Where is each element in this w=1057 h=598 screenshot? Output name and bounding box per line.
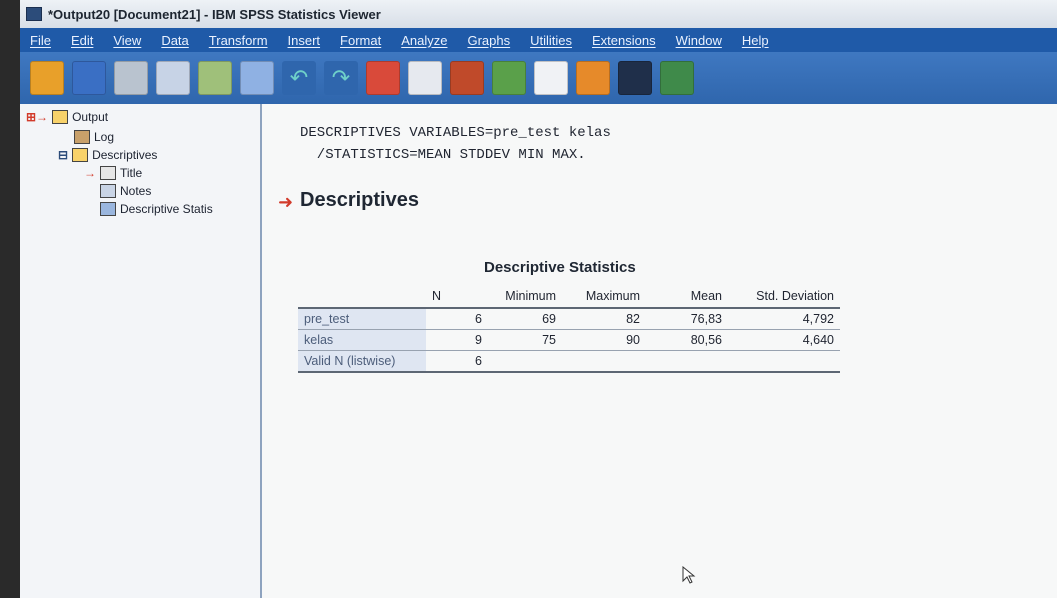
menu-utilities[interactable]: Utilities (520, 33, 582, 48)
designate-window-icon[interactable] (534, 61, 568, 95)
toggle-icon[interactable] (660, 61, 694, 95)
cell-max: 82 (562, 308, 646, 330)
menu-graphs[interactable]: Graphs (457, 33, 520, 48)
menu-window[interactable]: Window (666, 33, 732, 48)
table-icon (100, 202, 116, 216)
log-icon (74, 130, 90, 144)
tree-title[interactable]: → Title (84, 166, 142, 180)
menu-bar: File Edit View Data Transform Insert For… (20, 28, 1057, 52)
row-label: Valid N (listwise) (298, 350, 426, 373)
syntax-block: DESCRIPTIVES VARIABLES=pre_test kelas /S… (300, 122, 611, 166)
variables-icon[interactable] (492, 61, 526, 95)
row-label: pre_test (298, 308, 426, 330)
table-header-row: N Minimum Maximum Mean Std. Deviation (298, 285, 840, 309)
save-icon[interactable] (72, 61, 106, 95)
cell-min: 69 (488, 308, 562, 330)
cell-sd: 4,792 (728, 308, 840, 330)
tree-descriptive-stats[interactable]: Descriptive Statis (100, 202, 213, 216)
menu-format[interactable]: Format (330, 33, 391, 48)
cell-n: 9 (426, 329, 488, 351)
script-icon[interactable] (618, 61, 652, 95)
window-title: *Output20 [Document21] - IBM SPSS Statis… (48, 6, 381, 22)
title-icon (100, 166, 116, 180)
menu-file[interactable]: File (20, 33, 61, 48)
print-icon[interactable] (114, 61, 148, 95)
cell-sd: 4,640 (728, 329, 840, 351)
current-arrow-icon: → (84, 166, 96, 180)
table-title: Descriptive Statistics (484, 259, 636, 276)
recall-dialog-icon[interactable] (240, 61, 274, 95)
tree-descriptives-label: Descriptives (92, 148, 158, 162)
header-blank (298, 285, 426, 309)
menu-help[interactable]: Help (732, 33, 779, 48)
cell-max (562, 350, 646, 373)
syntax-line-1: DESCRIPTIVES VARIABLES=pre_test kelas (300, 125, 611, 141)
print-preview-icon[interactable] (156, 61, 190, 95)
tree-descriptive-stats-label: Descriptive Statis (120, 202, 213, 216)
descriptives-book-icon (72, 148, 89, 162)
redo-icon[interactable]: ↷ (324, 61, 358, 95)
output-book-icon (52, 110, 69, 124)
insert-table-icon[interactable] (450, 61, 484, 95)
cell-mean (646, 350, 728, 373)
menu-analyze[interactable]: Analyze (391, 33, 457, 48)
header-maximum: Maximum (562, 285, 646, 309)
tree-descriptives[interactable]: ⊟ Descriptives (58, 148, 157, 162)
table-row: pre_test 6 69 82 76,83 4,792 (298, 308, 840, 330)
tree-log-label: Log (94, 130, 115, 144)
notes-icon (100, 184, 116, 198)
cell-min: 75 (488, 329, 562, 351)
header-n: N (426, 285, 488, 309)
table-row: kelas 9 75 90 80,56 4,640 (298, 329, 840, 351)
header-std-deviation: Std. Deviation (728, 285, 840, 309)
expand-icon: ⊞→ (26, 110, 49, 124)
undo-icon[interactable]: ↶ (282, 61, 316, 95)
header-minimum: Minimum (488, 285, 562, 309)
tree-title-label: Title (120, 166, 143, 180)
cell-mean: 80,56 (646, 329, 728, 351)
menu-view[interactable]: View (103, 33, 151, 48)
header-mean: Mean (646, 285, 728, 309)
run-icon[interactable] (576, 61, 610, 95)
tree-log[interactable]: Log (74, 130, 114, 144)
toolbar: ↶ ↷ (20, 52, 1057, 104)
cell-min (488, 350, 562, 373)
cell-max: 90 (562, 329, 646, 351)
section-title[interactable]: Descriptives (300, 189, 419, 212)
cell-sd (728, 350, 840, 373)
tree-notes[interactable]: Notes (100, 184, 151, 198)
section-arrow-icon: ➜ (278, 192, 294, 212)
descriptive-statistics-table[interactable]: N Minimum Maximum Mean Std. Deviation pr… (298, 285, 840, 373)
row-label: kelas (298, 329, 426, 351)
menu-edit[interactable]: Edit (61, 33, 103, 48)
menu-insert[interactable]: Insert (278, 33, 331, 48)
menu-data[interactable]: Data (151, 33, 198, 48)
goto-data-icon[interactable] (366, 61, 400, 95)
spss-app-icon (26, 7, 42, 21)
collapse-icon: ⊟ (58, 148, 69, 162)
outline-pane: ⊞→ Output Log ⊟ Descriptives → Title Not… (20, 104, 262, 598)
export-icon[interactable] (198, 61, 232, 95)
tree-output-label: Output (72, 110, 109, 124)
menu-extensions[interactable]: Extensions (582, 33, 666, 48)
content-pane: DESCRIPTIVES VARIABLES=pre_test kelas /S… (262, 104, 1057, 598)
tree-output[interactable]: ⊞→ Output (26, 110, 108, 124)
open-icon[interactable] (30, 61, 64, 95)
title-bar: *Output20 [Document21] - IBM SPSS Statis… (20, 0, 1057, 28)
tree-notes-label: Notes (120, 184, 152, 198)
cell-n: 6 (426, 308, 488, 330)
cell-mean: 76,83 (646, 308, 728, 330)
spss-viewer-window: *Output20 [Document21] - IBM SPSS Statis… (20, 0, 1057, 598)
table-row: Valid N (listwise) 6 (298, 350, 840, 373)
goto-variable-icon[interactable] (408, 61, 442, 95)
cell-n: 6 (426, 350, 488, 373)
mouse-cursor-icon (682, 566, 696, 584)
menu-transform[interactable]: Transform (199, 33, 278, 48)
syntax-line-2: /STATISTICS=MEAN STDDEV MIN MAX. (300, 147, 586, 163)
